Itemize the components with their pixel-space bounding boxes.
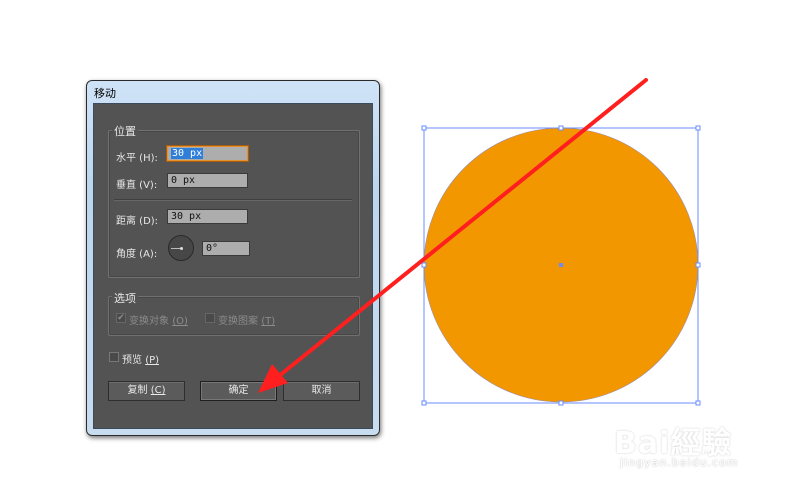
- copy-button-label: 复制: [127, 385, 148, 396]
- handle-middle-left[interactable]: [421, 262, 427, 268]
- distance-value: 30 px: [171, 211, 202, 222]
- angle-dial[interactable]: [168, 235, 194, 261]
- ok-button-label: 确定: [228, 385, 249, 396]
- preview-label[interactable]: 预览 (P): [122, 351, 159, 366]
- handle-bottom-right[interactable]: [695, 400, 701, 406]
- position-group-label: 位置: [112, 123, 138, 139]
- cancel-button[interactable]: 取消: [283, 381, 360, 401]
- preview-checkbox[interactable]: [109, 352, 119, 362]
- vertical-input[interactable]: 0 px: [167, 173, 248, 188]
- baidu-jingyan-watermark: Bai經驗 jingyan.baidu.com: [614, 418, 764, 478]
- angle-dial-center: [180, 247, 183, 250]
- ok-button[interactable]: 确定: [200, 381, 277, 401]
- copy-button[interactable]: 复制 (C): [108, 381, 185, 401]
- handle-top-center[interactable]: [558, 125, 564, 131]
- handle-top-left[interactable]: [421, 125, 427, 131]
- position-group-divider: [114, 199, 352, 201]
- copy-button-shortcut: (C): [150, 385, 166, 396]
- move-dialog: 移动 位置 水平 (H): 30 px 垂直 (V): 0 px 距离 (D):…: [86, 80, 380, 436]
- vertical-value: 0 px: [171, 175, 196, 186]
- distance-label: 距离 (D):: [116, 216, 159, 227]
- dialog-titlebar[interactable]: 移动: [87, 81, 379, 103]
- dialog-body: 位置 水平 (H): 30 px 垂直 (V): 0 px 距离 (D): 30…: [93, 103, 373, 429]
- horizontal-label: 水平 (H):: [116, 153, 158, 164]
- transform-objects-text: 变换对象: [129, 316, 169, 327]
- options-group-label: 选项: [112, 290, 138, 306]
- handle-bottom-left[interactable]: [421, 400, 427, 406]
- handle-middle-right[interactable]: [695, 262, 701, 268]
- cancel-button-label: 取消: [311, 385, 332, 396]
- angle-input[interactable]: 0°: [202, 241, 250, 256]
- transform-objects-shortcut: (O): [172, 316, 188, 327]
- transform-patterns-shortcut: (T): [261, 316, 276, 327]
- transform-patterns-checkbox[interactable]: [205, 313, 215, 323]
- watermark-url: jingyan.baidu.com: [620, 456, 739, 469]
- transform-objects-checkbox[interactable]: ✔: [116, 313, 126, 323]
- preview-text: 预览: [122, 355, 142, 366]
- horizontal-input[interactable]: 30 px: [167, 146, 248, 161]
- horizontal-value: 30 px: [171, 148, 204, 159]
- transform-patterns-label[interactable]: 变换图案 (T): [218, 312, 275, 327]
- transform-objects-label[interactable]: 变换对象 (O): [129, 312, 188, 327]
- transform-patterns-text: 变换图案: [218, 316, 258, 327]
- preview-shortcut: (P): [145, 355, 160, 366]
- center-point: [559, 263, 563, 267]
- distance-input[interactable]: 30 px: [167, 209, 248, 224]
- vertical-label: 垂直 (V):: [116, 180, 158, 191]
- angle-label: 角度 (A):: [116, 249, 158, 260]
- angle-value: 0°: [206, 243, 219, 254]
- handle-bottom-center[interactable]: [558, 400, 564, 406]
- dialog-title: 移动: [94, 87, 116, 100]
- handle-top-right[interactable]: [695, 125, 701, 131]
